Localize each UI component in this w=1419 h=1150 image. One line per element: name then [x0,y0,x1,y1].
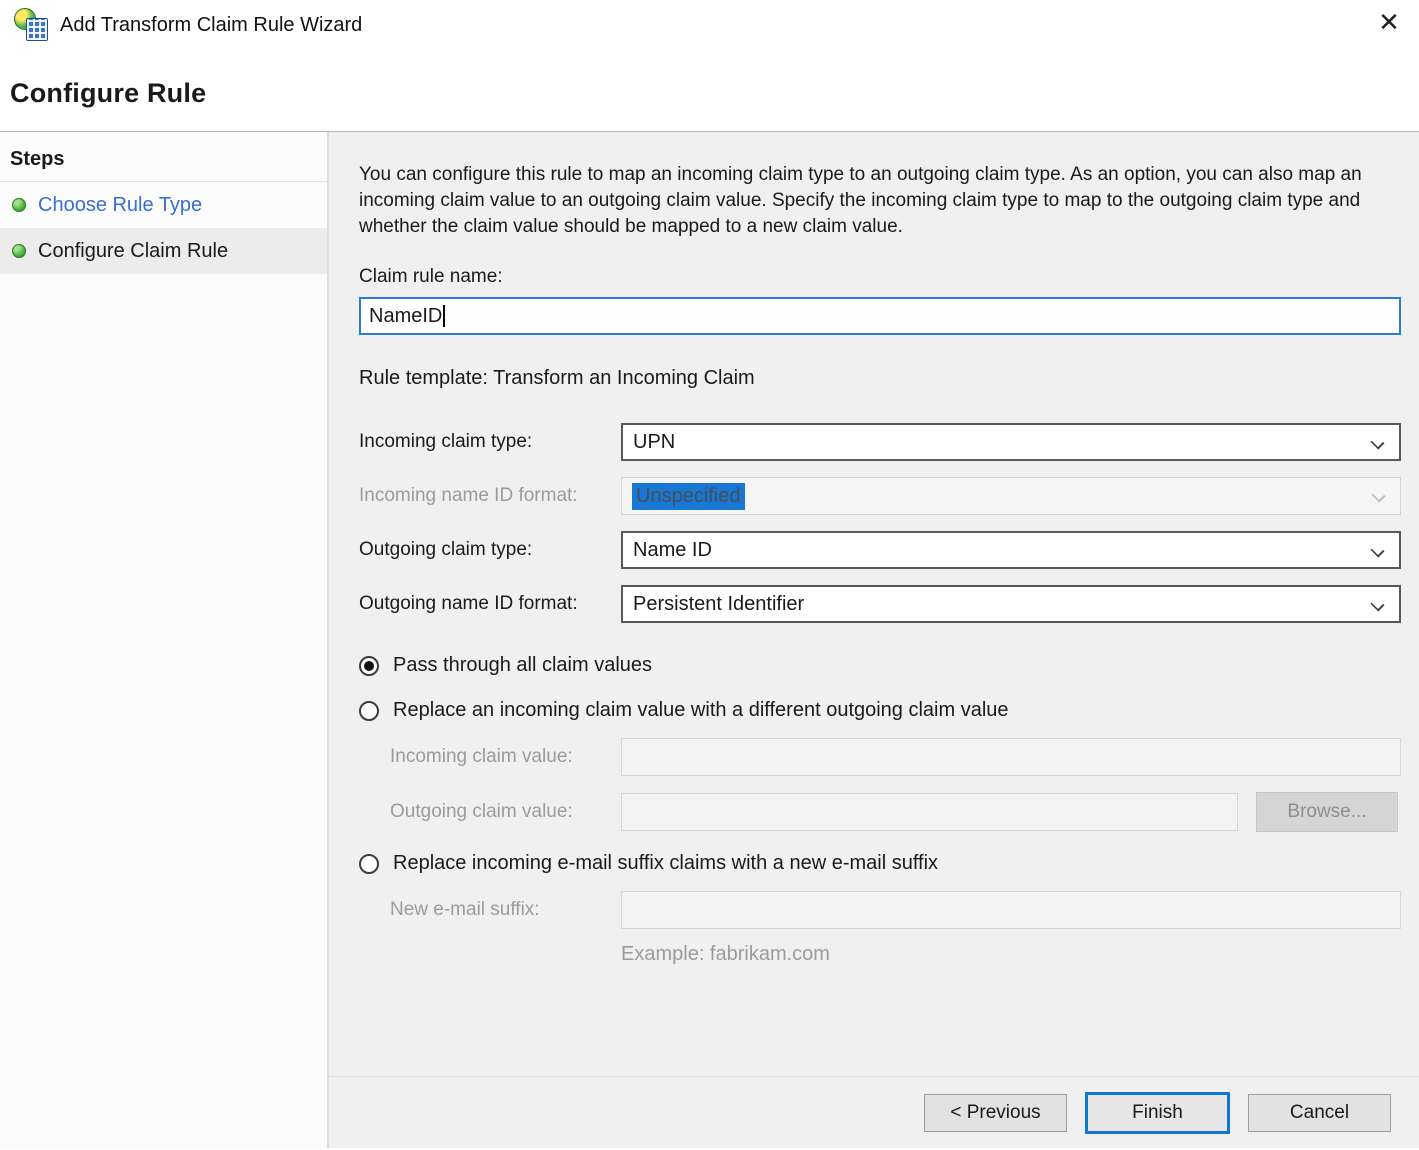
option-replace-email-suffix-label: Replace incoming e-mail suffix claims wi… [393,852,938,875]
outgoing-claim-value-label: Outgoing claim value: [390,801,621,823]
incoming-claim-type-row: Incoming claim type: UPN [359,423,1401,461]
incoming-name-id-format-dropdown: Unspecified [621,477,1401,515]
sidebar-item-configure-claim-rule[interactable]: Configure Claim Rule [0,228,327,274]
chevron-down-icon [1370,435,1384,449]
previous-button[interactable]: < Previous [924,1094,1067,1132]
option-pass-through[interactable]: Pass through all claim values [359,654,1419,677]
page-title: Configure Rule [0,50,1419,109]
step-bullet-icon [12,244,26,258]
building-icon [26,18,48,41]
sidebar-item-label: Choose Rule Type [38,194,202,217]
claim-rule-wizard-icon [14,7,50,43]
email-suffix-example: Example: fabrikam.com [621,943,1419,966]
main-panel: You can configure this rule to map an in… [329,132,1419,1148]
claim-type-fields: Incoming claim type: UPN Incoming name I… [359,423,1401,623]
option-pass-through-label: Pass through all claim values [393,654,652,677]
chevron-down-icon [1370,597,1384,611]
text-caret [443,305,445,327]
outgoing-name-id-format-value: Persistent Identifier [633,593,804,616]
sidebar-item-choose-rule-type[interactable]: Choose Rule Type [0,182,327,228]
incoming-claim-value-label: Incoming claim value: [390,746,621,768]
new-email-suffix-row: New e-mail suffix: [390,891,1401,929]
new-email-suffix-label: New e-mail suffix: [390,899,621,921]
outgoing-claim-type-row: Outgoing claim type: Name ID [359,531,1401,569]
outgoing-claim-type-label: Outgoing claim type: [359,539,621,561]
incoming-claim-type-value: UPN [633,431,675,454]
option-replace-claim-value-label: Replace an incoming claim value with a d… [393,699,1009,722]
incoming-claim-value-input [621,738,1401,776]
radio-unselected-icon[interactable] [359,701,379,721]
incoming-claim-type-label: Incoming claim type: [359,431,621,453]
steps-heading: Steps [0,144,327,181]
outgoing-claim-type-value: Name ID [633,539,712,562]
wizard-footer: < Previous Finish Cancel [329,1076,1419,1148]
sidebar-item-label: Configure Claim Rule [38,240,228,263]
incoming-name-id-format-row: Incoming name ID format: Unspecified [359,477,1401,515]
radio-unselected-icon[interactable] [359,854,379,874]
chevron-down-icon [1370,543,1384,557]
rule-description: You can configure this rule to map an in… [359,162,1371,240]
claim-rule-name-label: Claim rule name: [359,266,1419,288]
rule-template-text: Rule template: Transform an Incoming Cla… [359,367,1419,390]
incoming-claim-value-row: Incoming claim value: [390,738,1401,776]
incoming-name-id-format-label: Incoming name ID format: [359,485,621,507]
outgoing-name-id-format-row: Outgoing name ID format: Persistent Iden… [359,585,1401,623]
window-title: Add Transform Claim Rule Wizard [60,14,362,37]
outgoing-claim-value-row: Outgoing claim value: Browse... [390,792,1401,832]
incoming-claim-type-dropdown[interactable]: UPN [621,423,1401,461]
close-icon[interactable]: ✕ [1371,4,1407,40]
radio-selected-icon[interactable] [359,656,379,676]
claim-rule-name-input[interactable]: NameID [359,297,1401,335]
title-bar: Add Transform Claim Rule Wizard ✕ [0,0,1419,50]
new-email-suffix-input [621,891,1401,929]
wizard-body: Steps Choose Rule Type Configure Claim R… [0,132,1419,1148]
finish-button[interactable]: Finish [1085,1092,1230,1134]
outgoing-claim-value-input [621,793,1238,831]
outgoing-name-id-format-dropdown[interactable]: Persistent Identifier [621,585,1401,623]
steps-sidebar: Steps Choose Rule Type Configure Claim R… [0,132,329,1148]
chevron-down-icon [1371,488,1385,502]
option-replace-claim-value[interactable]: Replace an incoming claim value with a d… [359,699,1419,722]
option-replace-email-suffix[interactable]: Replace incoming e-mail suffix claims wi… [359,852,1419,875]
step-bullet-icon [12,198,26,212]
claim-rule-name-value: NameID [369,305,442,328]
outgoing-name-id-format-label: Outgoing name ID format: [359,593,621,615]
browse-button: Browse... [1256,792,1398,832]
incoming-name-id-format-value: Unspecified [632,483,745,510]
outgoing-claim-type-dropdown[interactable]: Name ID [621,531,1401,569]
cancel-button[interactable]: Cancel [1248,1094,1391,1132]
